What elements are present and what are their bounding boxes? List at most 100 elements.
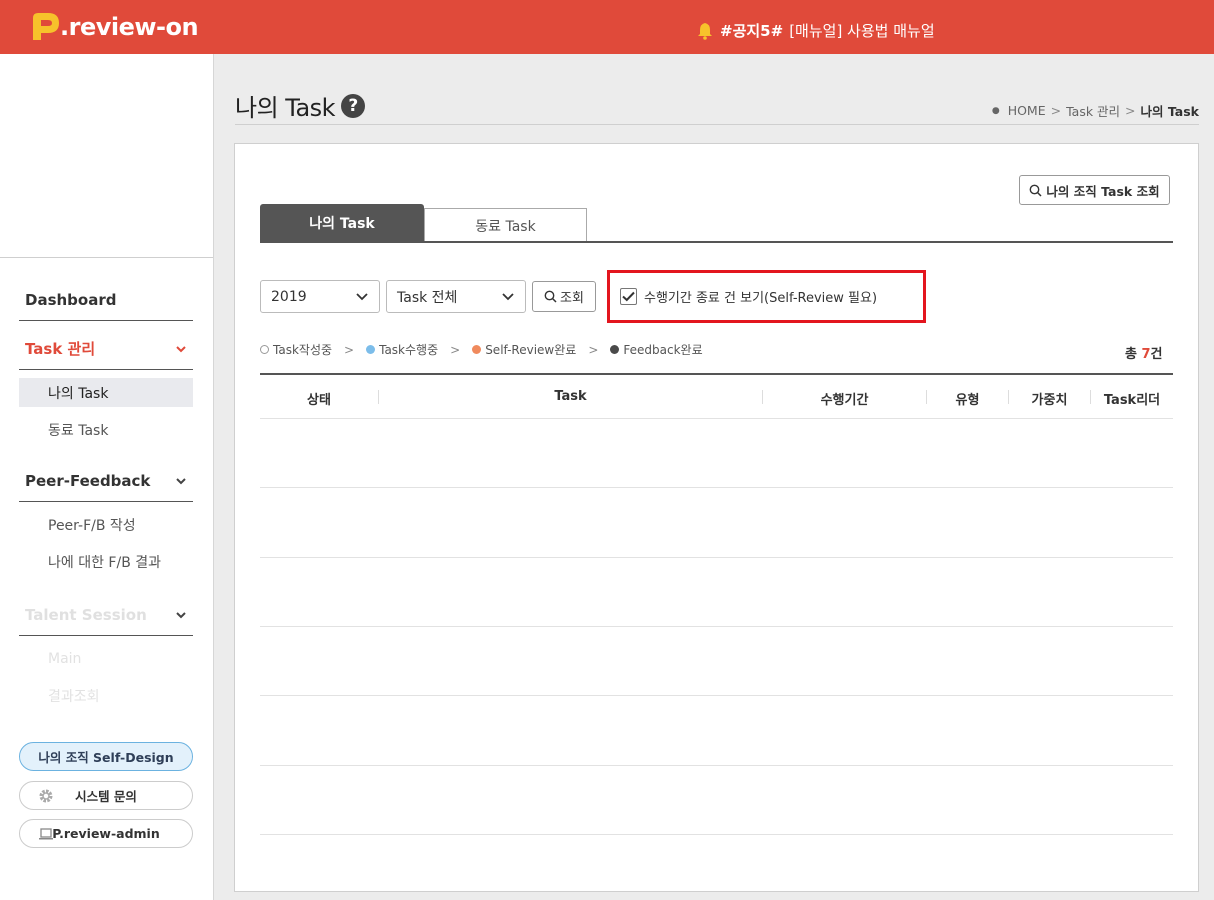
column-header-task-leader[interactable]: Task리더 bbox=[1091, 389, 1173, 408]
legend-item: Self-Review완료 bbox=[472, 341, 576, 358]
chevron-down-icon bbox=[176, 345, 186, 352]
sidebar-item-peer-task[interactable]: 동료 Task bbox=[19, 415, 193, 444]
checkbox-label[interactable]: 수행기간 종료 건 보기(Self-Review 필요) bbox=[644, 287, 877, 306]
table-row[interactable] bbox=[260, 765, 1173, 766]
admin-button[interactable]: P.review-admin bbox=[19, 819, 193, 848]
search-button[interactable]: 조회 bbox=[532, 281, 596, 312]
column-header-status[interactable]: 상태 bbox=[260, 389, 378, 408]
page-title-text: 나의 Task bbox=[235, 94, 336, 122]
task-filter-select[interactable]: Task 전체 bbox=[386, 280, 526, 313]
select-value: Task 전체 bbox=[397, 289, 458, 306]
notice-tag: #공지5# bbox=[720, 22, 784, 40]
table-row[interactable] bbox=[260, 834, 1173, 835]
sidebar-divider bbox=[0, 257, 213, 258]
self-design-button[interactable]: 나의 조직 Self-Design bbox=[19, 742, 193, 771]
count-suffix: 건 bbox=[1150, 347, 1163, 362]
column-header-period[interactable]: 수행기간 bbox=[763, 389, 926, 408]
content-panel bbox=[234, 143, 1199, 892]
sidebar-item-label: 결과조회 bbox=[48, 688, 100, 705]
table-row[interactable] bbox=[260, 695, 1173, 696]
button-label: 나의 조직 Self-Design bbox=[38, 750, 174, 765]
chevron-right-icon: > bbox=[1125, 103, 1136, 118]
table-row[interactable] bbox=[260, 418, 1173, 419]
chevron-right-icon: > bbox=[450, 342, 461, 357]
search-icon bbox=[544, 290, 557, 303]
legend-item: Task작성중 bbox=[260, 341, 332, 358]
sidebar-item-task-mgmt[interactable]: Task 관리 bbox=[19, 328, 193, 370]
status-dot-icon bbox=[472, 345, 482, 354]
legend-label: Task수행중 bbox=[379, 343, 439, 357]
title-divider bbox=[235, 124, 1199, 125]
sidebar-item-label: Peer-F/B 작성 bbox=[48, 517, 136, 534]
table-top-border bbox=[260, 373, 1173, 375]
sidebar-item-talent-session[interactable]: Talent Session bbox=[19, 594, 193, 636]
status-dot-icon bbox=[366, 345, 376, 354]
sidebar-item-label: Task 관리 bbox=[25, 340, 96, 358]
sidebar-item-label: Main bbox=[48, 650, 82, 667]
tab-label: 나의 Task bbox=[309, 216, 375, 232]
tab-my-task[interactable]: 나의 Task bbox=[260, 204, 424, 242]
chevron-right-icon: > bbox=[1050, 103, 1062, 118]
button-label: P.review-admin bbox=[52, 826, 160, 841]
sidebar-item-fb-result[interactable]: 나에 대한 F/B 결과 bbox=[19, 547, 193, 576]
breadcrumb-current: 나의 Task bbox=[1140, 104, 1199, 119]
tab-peer-task[interactable]: 동료 Task bbox=[424, 208, 587, 242]
ended-period-checkbox[interactable] bbox=[620, 288, 637, 305]
status-legend: Task작성중 > Task수행중 > Self-Review완료 > Feed… bbox=[260, 341, 703, 358]
table-row[interactable] bbox=[260, 626, 1173, 627]
column-header-task[interactable]: Task bbox=[379, 389, 762, 404]
logo-p-icon bbox=[33, 13, 59, 40]
button-label: 나의 조직 Task 조회 bbox=[1046, 183, 1160, 199]
gear-icon bbox=[39, 789, 53, 803]
count-value: 7 bbox=[1141, 347, 1151, 362]
logo-text: .review-on bbox=[60, 13, 199, 41]
laptop-icon bbox=[39, 828, 53, 840]
breadcrumb: ● HOME > Task 관리 > 나의 Task bbox=[992, 101, 1199, 120]
year-select[interactable]: 2019 bbox=[260, 280, 380, 313]
chevron-down-icon bbox=[356, 292, 368, 300]
top-header: .review-on #공지5# [매뉴얼] 사용법 매뉴얼 bbox=[0, 0, 1214, 54]
sidebar-item-label: Talent Session bbox=[25, 605, 147, 624]
total-count: 총 7건 bbox=[1125, 343, 1163, 362]
bullet-icon: ● bbox=[991, 105, 1000, 116]
notice-banner[interactable]: #공지5# [매뉴얼] 사용법 매뉴얼 bbox=[696, 20, 935, 41]
sidebar-item-dashboard[interactable]: Dashboard bbox=[19, 279, 193, 321]
breadcrumb-task-mgmt[interactable]: Task 관리 bbox=[1066, 101, 1120, 120]
sidebar-item-peer-fb-write[interactable]: Peer-F/B 작성 bbox=[19, 510, 193, 539]
sidebar-item-my-task[interactable]: 나의 Task bbox=[19, 378, 193, 407]
chevron-down-icon bbox=[176, 611, 186, 618]
legend-label: Feedback완료 bbox=[623, 343, 703, 357]
legend-label: Self-Review완료 bbox=[485, 343, 577, 357]
page-title: 나의 Task ? bbox=[235, 88, 366, 123]
chevron-right-icon: > bbox=[344, 342, 355, 357]
table-row[interactable] bbox=[260, 487, 1173, 488]
button-label: 시스템 문의 bbox=[75, 789, 137, 804]
system-inquiry-button[interactable]: 시스템 문의 bbox=[19, 781, 193, 810]
status-dot-icon bbox=[610, 345, 620, 354]
menu-group-peer-feedback: Peer-Feedback Peer-F/B 작성 나에 대한 F/B 결과 bbox=[19, 460, 193, 576]
legend-item: Feedback완료 bbox=[610, 341, 703, 358]
table-row[interactable] bbox=[260, 557, 1173, 558]
column-header-weight[interactable]: 가중치 bbox=[1009, 389, 1090, 408]
breadcrumb-home[interactable]: HOME bbox=[1008, 103, 1046, 118]
checkmark-icon bbox=[622, 291, 635, 302]
sidebar-item-label: Dashboard bbox=[25, 290, 117, 309]
count-prefix: 총 bbox=[1125, 347, 1142, 362]
notice-text: [매뉴얼] 사용법 매뉴얼 bbox=[789, 22, 935, 40]
tab-label: 동료 Task bbox=[475, 218, 536, 235]
logo[interactable]: .review-on bbox=[28, 10, 199, 44]
sidebar-item-talent-result[interactable]: 결과조회 bbox=[19, 681, 193, 710]
help-icon[interactable]: ? bbox=[341, 93, 366, 118]
org-task-search-button[interactable]: 나의 조직 Task 조회 bbox=[1019, 175, 1170, 205]
sidebar-item-peer-feedback[interactable]: Peer-Feedback bbox=[19, 460, 193, 502]
menu-group-task: Task 관리 나의 Task 동료 Task bbox=[19, 328, 193, 444]
legend-label: Task작성중 bbox=[273, 343, 333, 357]
sidebar-item-talent-main[interactable]: Main bbox=[19, 644, 193, 673]
column-header-type[interactable]: 유형 bbox=[927, 389, 1008, 408]
bell-icon bbox=[698, 22, 712, 40]
status-dot-icon bbox=[260, 345, 269, 354]
chevron-right-icon: > bbox=[588, 342, 599, 357]
button-label: 조회 bbox=[560, 291, 584, 306]
menu-group-dashboard: Dashboard bbox=[19, 279, 193, 321]
chevron-down-icon bbox=[502, 292, 514, 300]
